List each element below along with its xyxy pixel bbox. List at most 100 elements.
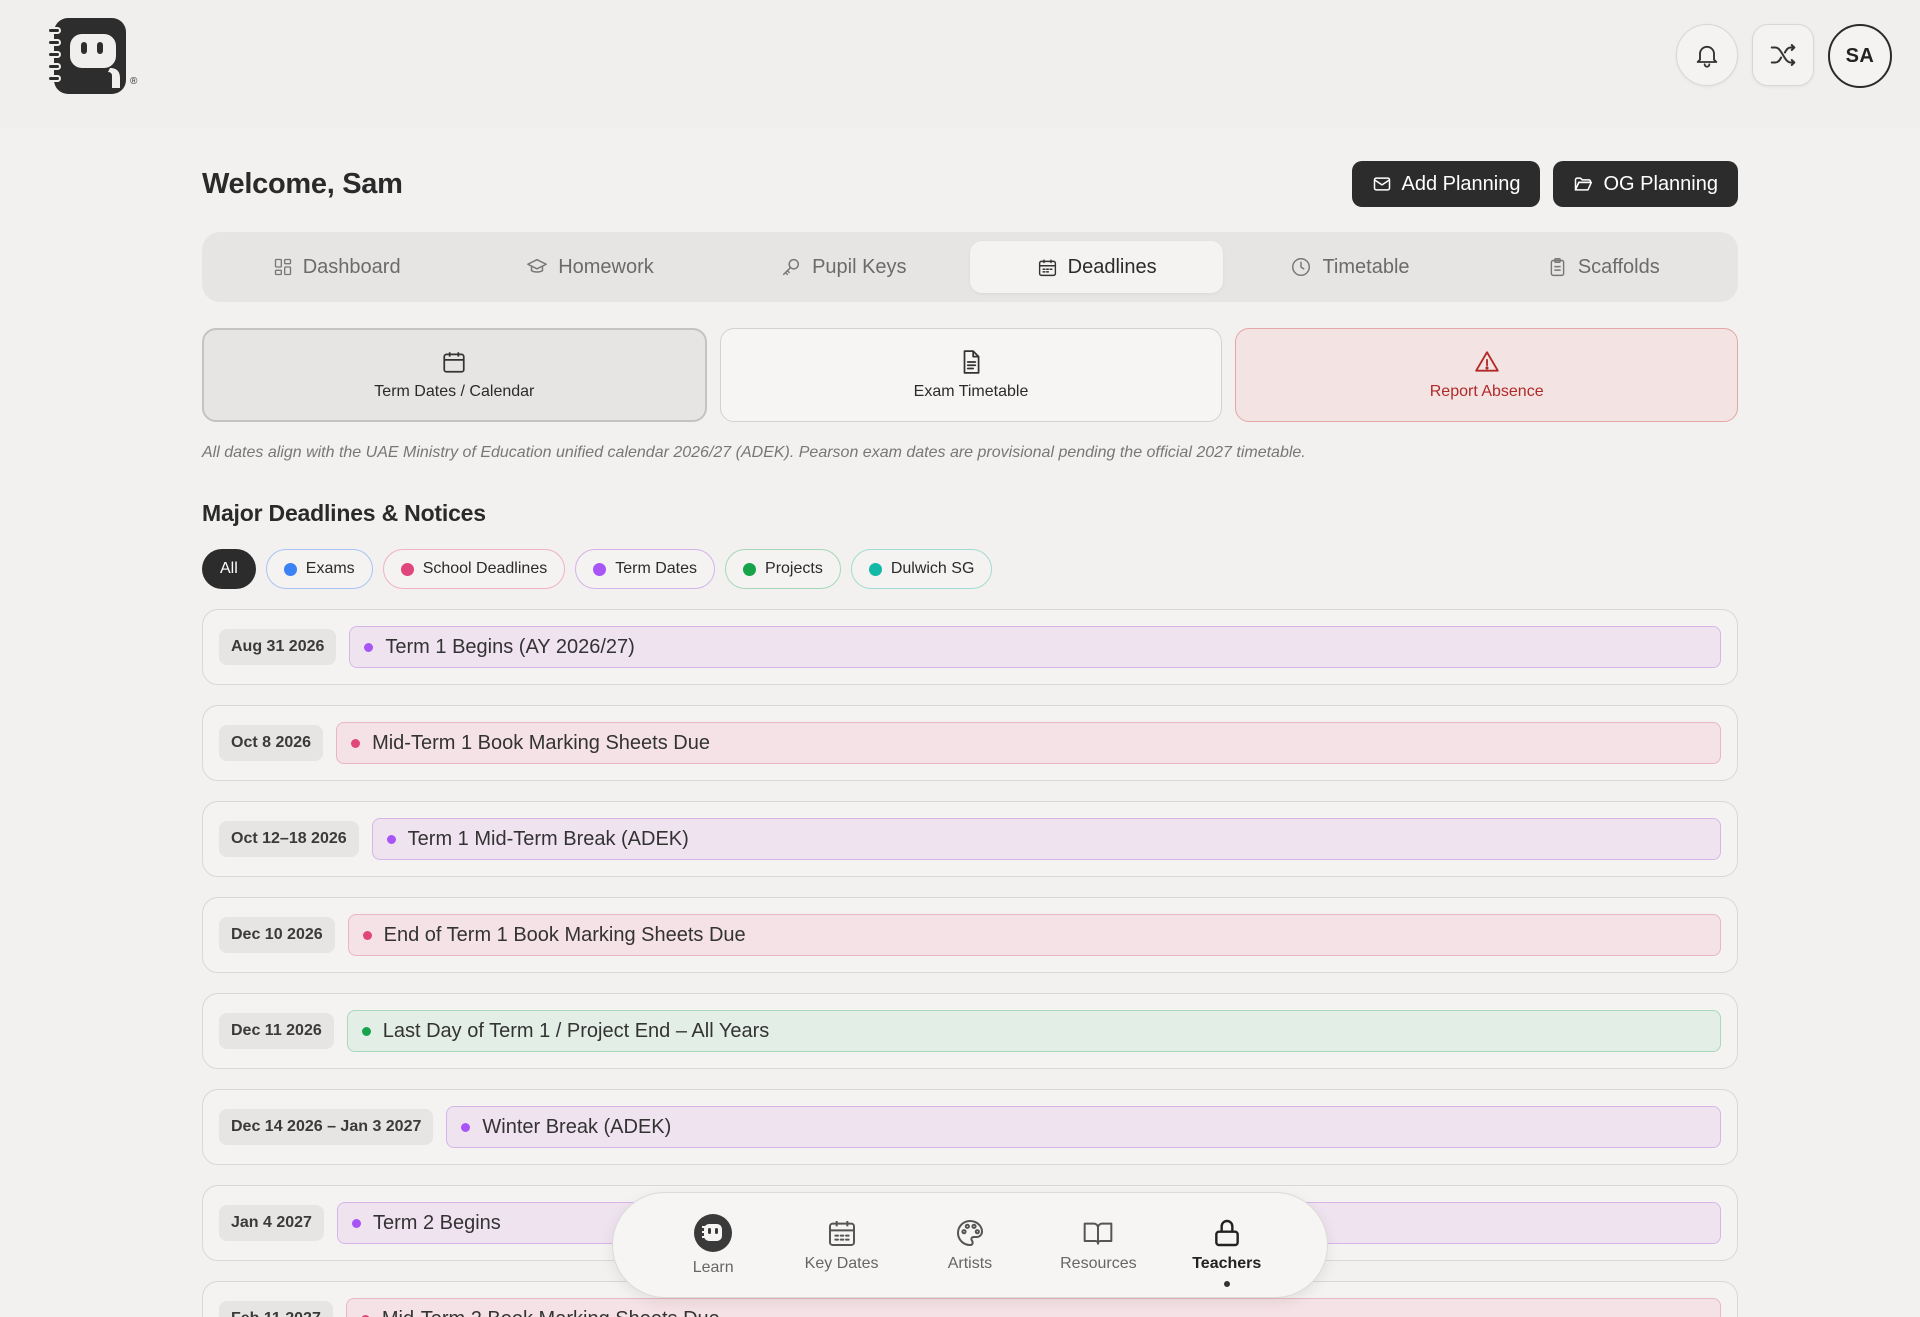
bell-icon xyxy=(1696,45,1718,68)
term-dot xyxy=(351,1218,361,1228)
dulwich-sg-dot xyxy=(868,562,882,576)
event-bar: Winter Break (ADEK) xyxy=(446,1106,1721,1148)
lock-icon xyxy=(1214,1219,1239,1247)
og-planning-label: OG Planning xyxy=(1603,172,1718,195)
projects-dot xyxy=(743,562,757,576)
filter-label: Projects xyxy=(765,560,823,577)
page-title: Welcome, Sam xyxy=(202,167,403,200)
mail-icon xyxy=(1373,177,1390,191)
notifications-button[interactable] xyxy=(1676,24,1738,86)
calendar-icon xyxy=(828,1221,855,1246)
filter-label: School Deadlines xyxy=(422,560,548,577)
filter-projects[interactable]: Projects xyxy=(725,549,841,589)
term-dot xyxy=(386,834,396,844)
calendar-note: All dates align with the UAE Ministry of… xyxy=(202,444,1306,461)
filter-label: Exams xyxy=(305,560,355,577)
term-dot xyxy=(461,1122,471,1132)
active-indicator xyxy=(1223,1281,1230,1287)
event-bar: Mid-Term 2 Book Marking Sheets Due xyxy=(345,1298,1721,1317)
deadline-row[interactable]: Aug 31 2026 Term 1 Begins (AY 2026/27) xyxy=(202,609,1738,685)
warning-icon xyxy=(1474,351,1499,372)
deadline-row[interactable]: Dec 10 2026 End of Term 1 Book Marking S… xyxy=(202,897,1738,973)
term-dot xyxy=(364,642,374,652)
tab-label: Homework xyxy=(558,255,654,278)
clock-icon xyxy=(1292,258,1311,276)
event-title: Mid-Term 2 Book Marking Sheets Due xyxy=(382,1308,720,1317)
user-avatar[interactable]: SA xyxy=(1828,24,1892,88)
filter-school-deadlines[interactable]: School Deadlines xyxy=(382,549,566,589)
deadline-row[interactable]: Dec 11 2026 Last Day of Term 1 / Project… xyxy=(202,993,1738,1069)
nav-resources[interactable]: Resources xyxy=(1053,1217,1143,1273)
tab-pupil-keys[interactable]: Pupil Keys xyxy=(717,241,970,293)
registered-mark: ® xyxy=(130,76,138,87)
tab-label: Scaffolds xyxy=(1577,255,1660,278)
event-bar: Mid-Term 1 Book Marking Sheets Due xyxy=(336,722,1721,764)
filter-all[interactable]: All xyxy=(202,549,256,589)
nav-learn[interactable]: Learn xyxy=(668,1213,758,1277)
deadline-row[interactable]: Oct 8 2026 Mid-Term 1 Book Marking Sheet… xyxy=(202,705,1738,781)
school-deadlines-dot xyxy=(400,562,414,576)
section-title: Major Deadlines & Notices xyxy=(202,500,486,526)
filter-term-dates[interactable]: Term Dates xyxy=(575,549,716,589)
deadline-dot xyxy=(362,930,372,940)
report-absence-card[interactable]: Report Absence xyxy=(1235,328,1739,422)
tab-dashboard[interactable]: Dashboard xyxy=(210,241,463,293)
filter-dulwich-sg[interactable]: Dulwich SG xyxy=(850,549,993,589)
nav-teachers[interactable]: Teachers xyxy=(1182,1217,1272,1287)
term-dates-card[interactable]: Term Dates / Calendar xyxy=(202,328,707,422)
nav-artists[interactable]: Artists xyxy=(925,1217,1015,1273)
tab-label: Timetable xyxy=(1322,255,1410,278)
filter-chips: All Exams School Deadlines Term Dates Pr… xyxy=(202,549,1738,589)
graduation-cap-icon xyxy=(527,258,548,273)
calendar-icon xyxy=(443,352,465,373)
deadline-dot xyxy=(351,738,361,748)
tab-timetable[interactable]: Timetable xyxy=(1223,241,1476,293)
exam-timetable-card[interactable]: Exam Timetable xyxy=(719,328,1223,422)
event-title: Term 2 Begins xyxy=(372,1211,501,1234)
tab-homework[interactable]: Homework xyxy=(463,241,716,293)
filter-label: Dulwich SG xyxy=(890,560,975,577)
event-title: End of Term 1 Book Marking Sheets Due xyxy=(383,923,746,946)
deadline-row[interactable]: Oct 12–18 2026 Term 1 Mid-Term Break (AD… xyxy=(202,801,1738,877)
event-title: Mid-Term 1 Book Marking Sheets Due xyxy=(372,731,710,754)
nav-key-dates[interactable]: Key Dates xyxy=(797,1217,887,1273)
date-pill: Oct 8 2026 xyxy=(219,725,324,761)
date-pill: Dec 11 2026 xyxy=(219,1013,334,1049)
filter-label: All xyxy=(220,560,238,577)
add-planning-button[interactable]: Add Planning xyxy=(1351,161,1541,207)
filter-exams[interactable]: Exams xyxy=(265,549,373,589)
add-planning-label: Add Planning xyxy=(1401,172,1521,195)
date-pill: Dec 14 2026 – Jan 3 2027 xyxy=(219,1109,434,1145)
tab-deadlines[interactable]: Deadlines xyxy=(969,241,1224,293)
grid-icon xyxy=(274,258,291,276)
exams-dot xyxy=(283,562,297,576)
date-pill: Jan 4 2027 xyxy=(219,1205,324,1241)
event-bar: Term 1 Begins (AY 2026/27) xyxy=(349,626,1721,668)
shuffle-icon xyxy=(1770,44,1796,66)
term-dates-dot xyxy=(593,562,607,576)
open-book-icon xyxy=(1084,1222,1113,1245)
tab-label: Dashboard xyxy=(302,255,401,278)
top-bar: ® SA xyxy=(0,0,1920,128)
date-pill: Feb 11 2027 xyxy=(219,1301,333,1317)
tab-label: Deadlines xyxy=(1067,255,1157,278)
report-absence-label: Report Absence xyxy=(1429,383,1544,400)
event-bar: Term 1 Mid-Term Break (ADEK) xyxy=(371,818,1721,860)
key-icon xyxy=(782,258,800,276)
shuffle-button[interactable] xyxy=(1752,24,1814,86)
date-pill: Aug 31 2026 xyxy=(219,629,337,665)
document-icon xyxy=(963,350,980,374)
calendar-icon xyxy=(1038,259,1056,276)
tab-scaffolds[interactable]: Scaffolds xyxy=(1477,241,1730,293)
og-planning-button[interactable]: OG Planning xyxy=(1553,161,1738,207)
palette-icon xyxy=(956,1219,983,1247)
event-title: Term 1 Mid-Term Break (ADEK) xyxy=(407,827,689,850)
date-pill: Dec 10 2026 xyxy=(219,917,335,953)
main-content: Welcome, Sam Add Planning OG Planning Da… xyxy=(202,140,1739,1317)
event-title: Term 1 Begins (AY 2026/27) xyxy=(385,635,635,658)
exam-timetable-label: Exam Timetable xyxy=(913,383,1029,400)
notebook-logo-icon[interactable]: ® xyxy=(47,14,140,98)
event-title: Last Day of Term 1 / Project End – All Y… xyxy=(382,1019,770,1042)
project-dot xyxy=(361,1026,371,1036)
deadline-row[interactable]: Dec 14 2026 – Jan 3 2027 Winter Break (A… xyxy=(202,1089,1738,1165)
